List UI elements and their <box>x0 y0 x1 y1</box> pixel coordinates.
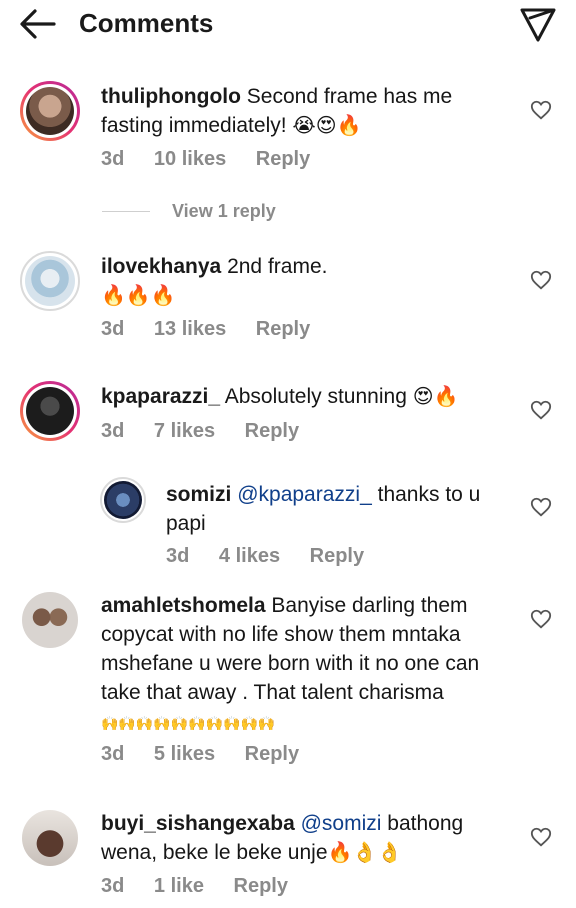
emoji-reactions: 😭😍🔥 <box>292 113 362 137</box>
comment-text: kpaparazzi_ Absolutely stunning 😍🔥 <box>101 384 459 408</box>
emoji-reactions: 🔥🔥🔥 <box>101 283 176 307</box>
header-bar: Comments <box>0 0 576 50</box>
heart-icon[interactable] <box>530 826 552 848</box>
arrow-left-icon[interactable] <box>18 6 58 42</box>
timestamp: 3d <box>101 875 125 897</box>
emoji-reactions: 🙌🙌🙌🙌🙌🙌🙌🙌🙌🙌 <box>101 716 276 732</box>
timestamp: 3d <box>166 545 190 567</box>
mention-link[interactable]: @somizi <box>301 812 382 835</box>
username-link[interactable]: somizi <box>166 483 231 506</box>
comment-text: buyi_sishangexaba @somizi bathong wena, … <box>101 812 464 864</box>
username-link[interactable]: amahletshomela <box>101 594 266 617</box>
divider <box>102 211 150 212</box>
comment-meta: 3d 13 likes Reply <box>101 318 310 341</box>
avatar[interactable] <box>20 81 80 141</box>
comment-text: amahletshomela Banyise darling them copy… <box>101 594 480 732</box>
reply-button[interactable]: Reply <box>310 545 364 567</box>
view-replies-button[interactable]: View 1 reply <box>172 201 276 222</box>
comment-meta: 3d 1 like Reply <box>101 875 288 898</box>
reply-button[interactable]: Reply <box>256 318 310 340</box>
likes-count[interactable]: 1 like <box>154 875 204 897</box>
reply-button[interactable]: Reply <box>256 148 310 170</box>
username-link[interactable]: thuliphongolo <box>101 85 241 108</box>
emoji-reactions: 😍🔥 <box>412 384 459 408</box>
heart-icon[interactable] <box>530 99 552 121</box>
heart-icon[interactable] <box>530 496 552 518</box>
comment-meta: 3d 5 likes Reply <box>101 743 299 766</box>
comment-text: ilovekhanya 2nd frame. 🔥🔥🔥 <box>101 255 328 307</box>
reply-button[interactable]: Reply <box>234 875 288 897</box>
comment-meta: 3d 7 likes Reply <box>101 420 299 443</box>
page-title: Comments <box>79 8 214 38</box>
reply-text: somizi @kpaparazzi_ thanks to u papi <box>166 483 481 535</box>
heart-icon[interactable] <box>530 399 552 421</box>
likes-count[interactable]: 4 likes <box>219 545 280 567</box>
comment-meta: 3d 10 likes Reply <box>101 148 310 171</box>
avatar[interactable] <box>20 381 80 441</box>
username-link[interactable]: kpaparazzi_ <box>101 385 220 408</box>
likes-count[interactable]: 13 likes <box>154 318 226 340</box>
comment-meta: 3d 4 likes Reply <box>166 545 364 568</box>
timestamp: 3d <box>101 318 125 340</box>
timestamp: 3d <box>101 148 125 170</box>
timestamp: 3d <box>101 743 125 765</box>
heart-icon[interactable] <box>530 608 552 630</box>
likes-count[interactable]: 10 likes <box>154 148 226 170</box>
reply-button[interactable]: Reply <box>245 420 299 442</box>
heart-icon[interactable] <box>530 269 552 291</box>
likes-count[interactable]: 7 likes <box>154 420 215 442</box>
emoji-reactions: 🔥👌👌 <box>327 840 403 864</box>
avatar[interactable] <box>22 592 78 648</box>
mention-link[interactable]: @kpaparazzi_ <box>237 483 372 506</box>
timestamp: 3d <box>101 420 125 442</box>
username-link[interactable]: ilovekhanya <box>101 255 221 278</box>
avatar[interactable] <box>20 251 80 311</box>
likes-count[interactable]: 5 likes <box>154 743 215 765</box>
username-link[interactable]: buyi_sishangexaba <box>101 812 295 835</box>
reply-button[interactable]: Reply <box>245 743 299 765</box>
comment-text: thuliphongolo Second frame has me fastin… <box>101 85 453 137</box>
avatar[interactable] <box>100 477 146 523</box>
avatar[interactable] <box>22 810 78 866</box>
paper-plane-icon[interactable] <box>518 4 558 44</box>
